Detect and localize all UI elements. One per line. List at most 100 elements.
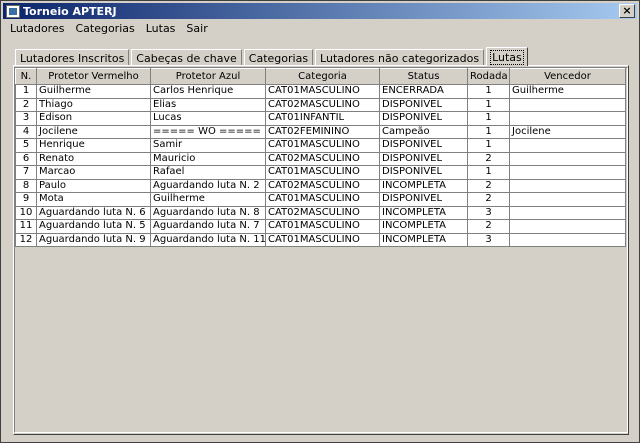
status-cell[interactable]: DISPONÍVEL [379, 192, 468, 207]
red-fighter-cell[interactable]: Mota [36, 192, 151, 207]
status-cell[interactable]: INCOMPLETA [379, 205, 468, 220]
status-cell[interactable]: DISPONÍVEL [379, 111, 468, 126]
tab-lutadores-inscritos[interactable]: Lutadores Inscritos [15, 49, 130, 66]
tab-lutas[interactable]: Lutas [486, 47, 528, 66]
table-row[interactable]: 8 Paulo Aguardando luta N. 2 CAT02MASCULINO… [15, 178, 626, 193]
category-cell[interactable]: CAT01MASCULINO [265, 232, 380, 247]
red-fighter-cell[interactable]: Jocilene [36, 124, 151, 139]
round-cell[interactable]: 1 [467, 138, 510, 153]
winner-cell[interactable] [509, 232, 626, 247]
round-cell[interactable]: 1 [467, 124, 510, 139]
blue-fighter-cell[interactable]: Rafael [150, 165, 266, 180]
column-header[interactable]: Protetor Azul [150, 68, 266, 85]
category-cell[interactable]: CAT02MASCULINO [265, 97, 380, 112]
winner-cell[interactable] [509, 97, 626, 112]
round-cell[interactable]: 2 [467, 151, 510, 166]
fight-number-cell[interactable]: 10 [15, 205, 37, 220]
menu-lutadores[interactable]: Lutadores [6, 22, 68, 35]
fight-number-cell[interactable]: 8 [15, 178, 37, 193]
category-cell[interactable]: CAT02FEMININO [265, 124, 380, 139]
table-row[interactable]: 6 Renato Mauricio CAT02MASCULINO DISPONÍVEL 2 [15, 151, 626, 166]
menu-categorias[interactable]: Categorias [71, 22, 138, 35]
category-cell[interactable]: CAT01MASCULINO [265, 138, 380, 153]
status-cell[interactable]: DISPONÍVEL [379, 97, 468, 112]
red-fighter-cell[interactable]: Aguardando luta N. 6 [36, 205, 151, 220]
column-header[interactable]: Protetor Vermelho [36, 68, 151, 85]
table-row[interactable]: 9 Mota Guilherme CAT01MASCULINO DISPONÍVEL 2 [15, 192, 626, 207]
winner-cell[interactable] [509, 219, 626, 234]
fight-number-cell[interactable]: 9 [15, 192, 37, 207]
category-cell[interactable]: CAT01MASCULINO [265, 192, 380, 207]
tab-cabecas-de-chave[interactable]: Cabeças de chave [131, 49, 242, 66]
fight-number-cell[interactable]: 4 [15, 124, 37, 139]
red-fighter-cell[interactable]: Renato [36, 151, 151, 166]
blue-fighter-cell[interactable]: Lucas [150, 111, 266, 126]
table-row[interactable]: 4 Jocilene ===== WO ===== CAT02FEMININO Camp… [15, 124, 626, 139]
close-button[interactable]: × [619, 4, 635, 18]
fight-number-cell[interactable]: 7 [15, 165, 37, 180]
category-cell[interactable]: CAT01MASCULINO [265, 219, 380, 234]
column-header[interactable]: Vencedor [509, 68, 626, 85]
table-row[interactable]: 5 Henrique Samir CAT01MASCULINO DISPONÍVEL 1 [15, 138, 626, 153]
status-cell[interactable]: ENCERRADA [379, 84, 468, 99]
column-header[interactable]: N. [15, 68, 37, 85]
round-cell[interactable]: 1 [467, 165, 510, 180]
status-cell[interactable]: INCOMPLETA [379, 232, 468, 247]
winner-cell[interactable] [509, 205, 626, 220]
fight-number-cell[interactable]: 5 [15, 138, 37, 153]
round-cell[interactable]: 2 [467, 219, 510, 234]
blue-fighter-cell[interactable]: Aguardando luta N. 2 [150, 178, 266, 193]
category-cell[interactable]: CAT01INFANTIL [265, 111, 380, 126]
tab-categorias[interactable]: Categorias [243, 49, 314, 66]
winner-cell[interactable] [509, 111, 626, 126]
blue-fighter-cell[interactable]: Carlos Henrique [150, 84, 266, 99]
red-fighter-cell[interactable]: Aguardando luta N. 5 [36, 219, 151, 234]
winner-cell[interactable] [509, 192, 626, 207]
round-cell[interactable]: 3 [467, 205, 510, 220]
table-row[interactable]: 2 Thiago Elias CAT02MASCULINO DISPONÍVEL 1 [15, 97, 626, 112]
status-cell[interactable]: INCOMPLETA [379, 178, 468, 193]
winner-cell[interactable] [509, 178, 626, 193]
fight-number-cell[interactable]: 11 [15, 219, 37, 234]
blue-fighter-cell[interactable]: Samir [150, 138, 266, 153]
red-fighter-cell[interactable]: Edison [36, 111, 151, 126]
round-cell[interactable]: 2 [467, 192, 510, 207]
category-cell[interactable]: CAT01MASCULINO [265, 165, 380, 180]
blue-fighter-cell[interactable]: Mauricio [150, 151, 266, 166]
blue-fighter-cell[interactable]: Elias [150, 97, 266, 112]
red-fighter-cell[interactable]: Guilherme [36, 84, 151, 99]
table-row[interactable]: 10 Aguardando luta N. 6 Aguardando luta N.… [15, 205, 626, 220]
status-cell[interactable]: DISPONÍVEL [379, 151, 468, 166]
menu-lutas[interactable]: Lutas [142, 22, 180, 35]
blue-fighter-cell[interactable]: Aguardando luta N. 8 [150, 205, 266, 220]
winner-cell[interactable]: Guilherme [509, 84, 626, 99]
table-row[interactable]: 1 Guilherme Carlos Henrique CAT01MASCULINO E… [15, 84, 626, 99]
status-cell[interactable]: Campeão [379, 124, 468, 139]
fight-number-cell[interactable]: 1 [15, 84, 37, 99]
column-header[interactable]: Status [379, 68, 468, 85]
status-cell[interactable]: DISPONÍVEL [379, 138, 468, 153]
tab-lutadores-nao-categorizados[interactable]: Lutadores não categorizados [315, 49, 485, 66]
category-cell[interactable]: CAT01MASCULINO [265, 84, 380, 99]
table-row[interactable]: 7 Marcao Rafael CAT01MASCULINO DISPONÍVEL 1 [15, 165, 626, 180]
status-cell[interactable]: DISPONÍVEL [379, 165, 468, 180]
red-fighter-cell[interactable]: Paulo [36, 178, 151, 193]
column-header[interactable]: Categoria [265, 68, 380, 85]
table-row[interactable]: 12 Aguardando luta N. 9 Aguardando luta N.… [15, 232, 626, 247]
status-cell[interactable]: INCOMPLETA [379, 219, 468, 234]
winner-cell[interactable] [509, 165, 626, 180]
red-fighter-cell[interactable]: Thiago [36, 97, 151, 112]
round-cell[interactable]: 1 [467, 84, 510, 99]
fight-number-cell[interactable]: 6 [15, 151, 37, 166]
red-fighter-cell[interactable]: Henrique [36, 138, 151, 153]
table-scroll-pane[interactable]: N. Protetor Vermelho Protetor Azul Categ… [14, 67, 628, 433]
winner-cell[interactable] [509, 151, 626, 166]
round-cell[interactable]: 2 [467, 178, 510, 193]
blue-fighter-cell[interactable]: Aguardando luta N. 7 [150, 219, 266, 234]
category-cell[interactable]: CAT02MASCULINO [265, 151, 380, 166]
blue-fighter-cell[interactable]: ===== WO ===== [150, 124, 266, 139]
blue-fighter-cell[interactable]: Guilherme [150, 192, 266, 207]
winner-cell[interactable]: Jocilene [509, 124, 626, 139]
category-cell[interactable]: CAT02MASCULINO [265, 178, 380, 193]
category-cell[interactable]: CAT02MASCULINO [265, 205, 380, 220]
